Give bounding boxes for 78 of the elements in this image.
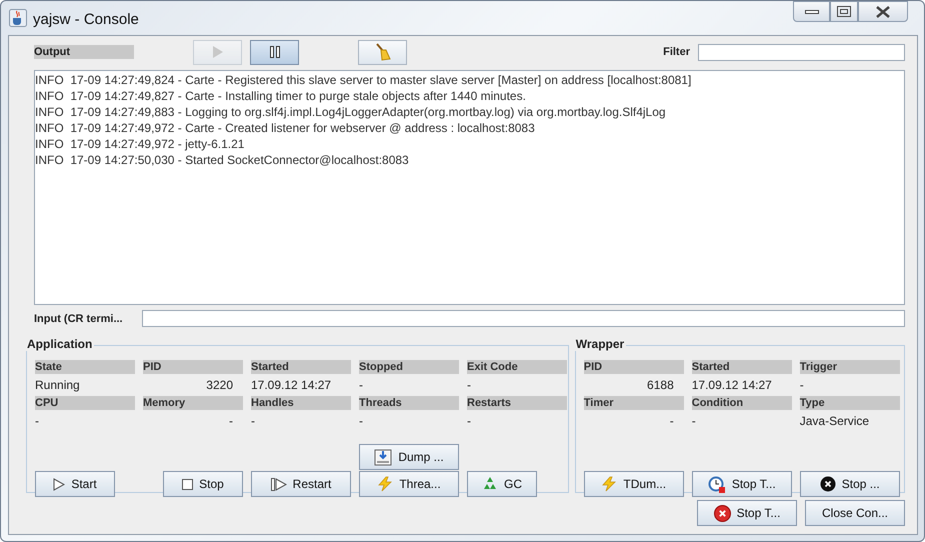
field-value: - (692, 413, 697, 430)
pause-icon (270, 46, 280, 58)
coffee-cup-icon (9, 9, 27, 27)
action-button[interactable]: Stop ... (800, 471, 900, 497)
field-value: - (359, 413, 364, 430)
clear-button[interactable] (358, 40, 407, 64)
log-line: INFO 17-09 14:27:49,972 - Carte - Created listener for webserver @ address : localhost:8083 (35, 120, 536, 136)
column-header: Trigger (800, 360, 900, 374)
restart-icon (270, 478, 287, 490)
close-icon (714, 504, 731, 522)
column-header: Exit Code (467, 360, 567, 374)
log-line: INFO 17-09 14:27:49,972 - jetty-6.1.21 (35, 136, 246, 152)
column-header: State (35, 360, 135, 374)
column-header: Type (800, 396, 900, 410)
column-header: Stopped (359, 360, 459, 374)
pause-button[interactable] (250, 40, 299, 64)
maximize-icon (837, 6, 851, 17)
input-field[interactable] (142, 310, 905, 327)
recycle-icon (482, 476, 498, 492)
minimize-icon (804, 10, 818, 14)
stop-icon (182, 478, 194, 490)
action-button[interactable]: GC (467, 471, 537, 497)
column-header: CPU (35, 396, 135, 410)
field-value: - (35, 413, 40, 430)
field-value: - (800, 377, 805, 394)
field-value: 6188 (646, 377, 675, 394)
maximize-button[interactable] (830, 1, 858, 22)
panel-title: Application (25, 337, 94, 351)
alarm-clock-icon (708, 475, 726, 493)
close-button[interactable] (858, 1, 908, 22)
field-value: - (467, 377, 472, 394)
field-value: - (251, 413, 256, 430)
column-header: Restarts (467, 396, 567, 410)
minimize-button[interactable] (793, 1, 830, 22)
close-icon (820, 476, 836, 492)
filter-label: Filter (663, 46, 690, 58)
log-line: INFO 17-09 14:27:49,824 - Carte - Registered this slave server to master slave server [Master] on address [localhost:8081] (35, 72, 692, 88)
input-label: Input (CR termi... (34, 312, 124, 324)
field-value: 3220 (205, 377, 234, 394)
log-line: INFO 17-09 14:27:49,827 - Carte - Installing timer to purge stale objects after 1440 minutes. (35, 88, 527, 104)
column-header: PID (143, 360, 243, 374)
log-line: INFO 17-09 14:27:50,030 - Started SocketConnector@localhost:8083 (35, 152, 410, 168)
action-button[interactable]: Stop (163, 471, 243, 497)
field-value: Java-Service (800, 413, 870, 430)
column-header: Timer (584, 396, 684, 410)
action-button[interactable]: Stop T... (692, 471, 792, 497)
column-header: Started (692, 360, 792, 374)
field-value: 17.09.12 14:27 (251, 377, 332, 394)
field-value: - (668, 413, 675, 430)
broom-icon (374, 43, 390, 61)
column-header: Started (251, 360, 351, 374)
lightning-icon (377, 476, 394, 492)
filter-field[interactable] (698, 44, 905, 60)
column-header: Memory (143, 396, 243, 410)
play-icon (212, 46, 222, 58)
lightning-icon (601, 476, 618, 492)
action-button[interactable]: Close Con... (805, 500, 905, 526)
play-icon (53, 478, 66, 490)
field-value: Running (35, 377, 81, 394)
field-value: - (359, 377, 364, 394)
output-label: Output (34, 45, 134, 59)
field-value: - (228, 413, 234, 430)
close-icon (875, 6, 891, 18)
column-header: Threads (359, 396, 459, 410)
action-button[interactable]: Start (35, 471, 115, 497)
column-header: Handles (251, 396, 351, 410)
log-line: INFO 17-09 14:27:49,883 - Logging to org.slf4j.impl.Log4jLoggerAdapter(org.mortbay.log) via org.mortbay.log.Slf4jLog (35, 104, 667, 120)
action-button[interactable]: Restart (251, 471, 351, 497)
field-value: 17.09.12 14:27 (692, 377, 773, 394)
action-button[interactable]: TDum... (584, 471, 684, 497)
panel-title: Wrapper (574, 337, 626, 351)
action-button[interactable]: Stop T... (697, 500, 797, 526)
action-button[interactable]: Dump ... (359, 444, 459, 470)
column-header: PID (584, 360, 684, 374)
field-value: - (467, 413, 472, 430)
window-title: yajsw - Console (33, 11, 139, 28)
column-header: Condition (692, 396, 792, 410)
action-button[interactable]: Threa... (359, 471, 459, 497)
